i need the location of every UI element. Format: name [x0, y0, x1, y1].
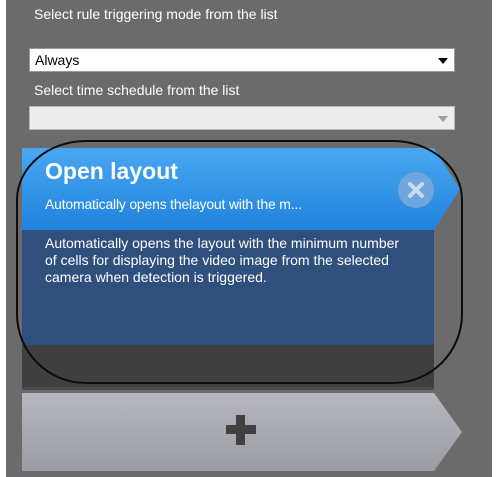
chevron-down-icon: [438, 58, 448, 64]
trigger-mode-value: Always: [35, 52, 80, 68]
action-card-footer: [22, 345, 434, 387]
action-card-description: Automatically opens the layout with the …: [45, 235, 400, 285]
trigger-mode-select[interactable]: Always: [29, 48, 455, 72]
close-icon[interactable]: [398, 172, 434, 208]
time-schedule-label: Select time schedule from the list: [34, 82, 240, 98]
trigger-mode-label: Select rule triggering mode from the lis…: [34, 6, 278, 22]
time-schedule-select[interactable]: [29, 106, 455, 130]
chevron-down-icon: [438, 116, 448, 122]
action-card-subtitle: Automatically opens thelayout with the m…: [45, 196, 302, 212]
plus-icon-bar: [226, 425, 256, 434]
action-card-title: Open layout: [45, 158, 178, 184]
